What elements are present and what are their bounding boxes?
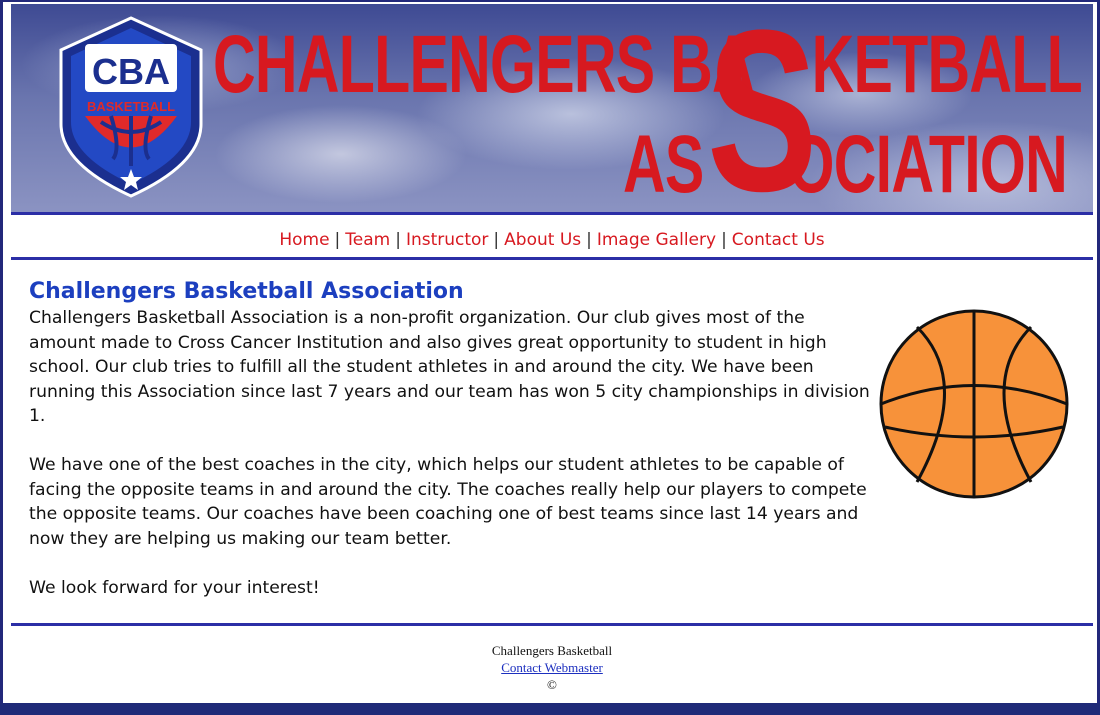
banner-big-s: S — [707, 4, 818, 212]
nav-separator: | — [395, 230, 401, 250]
logo-text: CBA — [92, 51, 170, 92]
logo-subtext: BASKETBALL — [87, 99, 175, 114]
main-content: Challengers Basketball Association Chall… — [29, 278, 1081, 600]
cba-logo: CBA BASKETBALL — [59, 16, 203, 198]
contact-webmaster-link[interactable]: Contact Webmaster — [501, 660, 603, 675]
header-banner: CBA BASKETBALL CHALLENGERS BA KETBALL AS O… — [11, 4, 1093, 212]
copyright-symbol: © — [547, 677, 557, 692]
intro-paragraph: Challengers Basketball Association is a … — [29, 308, 870, 426]
nav-instructor-link[interactable]: Instructor — [406, 230, 488, 250]
nav-image-gallery-link[interactable]: Image Gallery — [597, 230, 716, 250]
nav-team-link[interactable]: Team — [345, 230, 390, 250]
nav-separator: | — [721, 230, 727, 250]
coaches-paragraph: We have one of the best coaches in the c… — [29, 453, 1081, 551]
bottom-border — [0, 703, 1100, 715]
nav-home-link[interactable]: Home — [279, 230, 329, 250]
nav-contact-us-link[interactable]: Contact Us — [732, 230, 825, 250]
banner-title-line2: AS OCIATION — [623, 119, 1068, 210]
nav-separator: | — [334, 230, 341, 250]
page-title: Challengers Basketball Association — [29, 279, 464, 304]
nav-divider-bottom — [11, 257, 1093, 260]
nav-separator: | — [586, 230, 592, 250]
page-frame: CBA BASKETBALL CHALLENGERS BA KETBALL AS O… — [0, 0, 1100, 715]
footer-divider — [11, 623, 1093, 626]
nav-separator: | — [493, 230, 500, 250]
closing-paragraph: We look forward for your interest! — [29, 577, 320, 598]
ball-wrap-spacer — [875, 453, 1081, 513]
nav-about-us-link[interactable]: About Us — [504, 230, 581, 250]
footer: Challengers Basketball Contact Webmaster… — [11, 642, 1093, 693]
footer-org-name: Challengers Basketball — [491, 643, 613, 658]
banner-title-line1: CHALLENGERS BA KETBALL — [213, 19, 1083, 110]
main-navigation: Home | Team | Instructor | About Us | Image Gall… — [11, 215, 1093, 257]
